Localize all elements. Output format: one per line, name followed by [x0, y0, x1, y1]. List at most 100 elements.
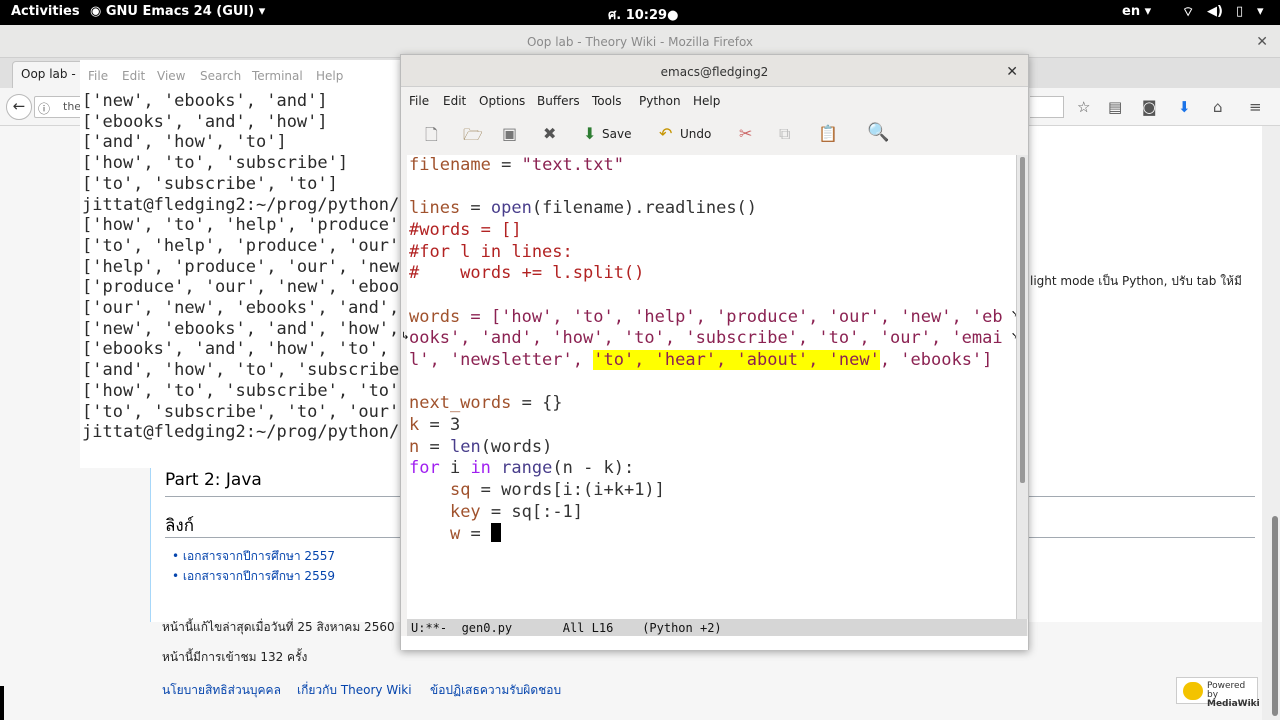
activities-button[interactable]: Activities [11, 4, 80, 19]
disk-icon[interactable]: ▣ [502, 124, 517, 143]
code-token: = [419, 436, 450, 457]
star-icon[interactable]: ☆ [1077, 98, 1090, 116]
wiki-link-label: เอกสารจากปีการศึกษา 2557 [182, 549, 335, 563]
footer-privacy-link[interactable]: นโยบายสิทธิส่วนบุคคล [162, 681, 281, 700]
arrow-left-icon: ← [12, 97, 26, 115]
emacs-menu-tools[interactable]: Tools [592, 94, 622, 108]
undo-button[interactable]: Undo [680, 127, 711, 141]
emacs-scrollbar[interactable] [1016, 155, 1028, 619]
code-token: range [501, 458, 553, 479]
emacs-menu-options[interactable]: Options [479, 94, 525, 108]
volume-icon[interactable]: ◀) [1207, 4, 1223, 19]
open-folder-icon[interactable]: 🗁 [463, 124, 483, 151]
code-keyword: in [470, 458, 491, 479]
terminal-line: ['and', 'how', 'to', 'subscribe [82, 360, 400, 381]
page-scrollbar[interactable] [1262, 126, 1280, 720]
firefox-tab[interactable]: Oop lab - [12, 61, 84, 88]
reading-list-icon[interactable]: ▤ [1108, 98, 1122, 116]
code-comment: #for l in lines: [409, 241, 573, 262]
search-icon[interactable]: 🔍 [867, 122, 889, 143]
code-token: = [460, 524, 491, 545]
close-icon[interactable]: ✕ [1256, 25, 1268, 59]
code-token: i [439, 458, 471, 479]
mediawiki-badge[interactable]: Powered by MediaWiki [1176, 677, 1260, 709]
code-token: key [449, 501, 481, 522]
mediawiki-badge-top: Powered by [1207, 681, 1246, 700]
heading-links: ลิงก์ [165, 516, 195, 536]
terminal-menubar: File Edit View Search Terminal Help [80, 60, 400, 90]
terminal-menu-terminal[interactable]: Terminal [252, 69, 303, 83]
emacs-minibuffer[interactable] [401, 636, 1028, 650]
chevron-down-icon[interactable]: ▾ [1257, 4, 1264, 19]
copy-icon[interactable]: ⧉ [779, 124, 790, 144]
terminal-menu-file[interactable]: File [88, 69, 108, 83]
home-icon[interactable]: ⌂ [1213, 98, 1223, 116]
clock[interactable]: ศ. 10:29● [608, 4, 678, 25]
emacs-scroll-thumb[interactable] [1020, 157, 1025, 483]
wiki-link-2559[interactable]: • เอกสารจากปีการศึกษา 2559 [172, 567, 335, 586]
code-token: ooks', 'and', 'how', 'to', 'subscribe', … [409, 328, 1003, 349]
code-comment: # words += l.split() [409, 263, 645, 284]
info-icon[interactable]: ⓘ [38, 100, 50, 117]
terminal-menu-view[interactable]: View [157, 69, 185, 83]
save-icon[interactable]: ⬇ [583, 124, 596, 143]
cut-icon[interactable]: ✂ [739, 124, 752, 143]
emacs-buffer[interactable]: filename = "text.txt" lines = open(filen… [401, 155, 1019, 619]
new-file-icon[interactable]: 🗋 [425, 124, 438, 151]
paste-icon[interactable]: 📋 [818, 124, 838, 143]
wifi-icon[interactable]: ⌔ [1182, 4, 1194, 20]
footer-disclaimer-link[interactable]: ข้อปฏิเสธความรับผิดชอบ [430, 681, 561, 700]
page-scroll-thumb[interactable] [1272, 516, 1278, 716]
emacs-menu-python[interactable]: Python [639, 94, 681, 108]
wiki-link-2557[interactable]: • เอกสารจากปีการศึกษา 2557 [172, 547, 335, 566]
battery-icon[interactable]: ▯ [1236, 4, 1243, 19]
terminal-line: ['our', 'new', 'ebooks', 'and', [82, 298, 400, 319]
emacs-title: emacs@fledging2 [660, 65, 769, 79]
terminal-line: ['produce', 'our', 'new', 'eboo [82, 277, 400, 298]
terminal-line: ['to', 'subscribe', 'to'] [82, 173, 338, 194]
terminal-menu-help[interactable]: Help [316, 69, 343, 83]
terminal-line: ['ebooks', 'and', 'how'] [82, 111, 328, 132]
pocket-icon[interactable]: ◙ [1142, 98, 1157, 116]
terminal-line: ['how', 'to', 'subscribe'] [82, 153, 349, 174]
code-token: = words[i:(i+k+1)] [470, 479, 665, 500]
last-edit-note: หน้านี้แก้ไขล่าสุดเมื่อวันที่ 25 สิงหาคม… [162, 620, 395, 634]
code-token: (filename).readlines() [531, 198, 758, 219]
language-indicator[interactable]: en ▾ [1122, 4, 1151, 19]
emacs-menu-help[interactable]: Help [693, 94, 720, 108]
back-button[interactable]: ← [6, 94, 32, 120]
terminal-line: ['new', 'ebooks', 'and'] [82, 91, 328, 111]
url-text: the [63, 100, 82, 113]
code-token: l', 'newsletter', [409, 349, 594, 370]
mediawiki-badge-label: MediaWiki [1207, 699, 1260, 709]
emacs-menu-buffers[interactable]: Buffers [537, 94, 580, 108]
highlighted-region: 'to', 'hear', 'about', 'new' [593, 349, 880, 370]
close-buffer-icon[interactable]: ✖ [543, 124, 556, 143]
save-button[interactable]: Save [602, 127, 631, 141]
emacs-menu-file[interactable]: File [409, 94, 429, 108]
terminal-line: ['and', 'how', 'to'] [82, 132, 287, 153]
menu-icon[interactable]: ≡ [1249, 98, 1262, 116]
terminal-window[interactable]: File Edit View Search Terminal Help ['ne… [80, 60, 400, 468]
close-icon[interactable]: ✕ [1006, 55, 1018, 89]
terminal-line: ['how', 'to', 'subscribe', 'to' [82, 380, 400, 401]
wiki-paragraph-fragment: light mode เป็น Python, ปรับ tab ให้มี [1030, 274, 1242, 288]
search-box[interactable] [1030, 96, 1064, 118]
code-area[interactable]: filename = "text.txt" lines = open(filen… [409, 155, 1003, 546]
terminal-line: jittat@fledging2:~/prog/python/ [82, 194, 400, 215]
app-menu[interactable]: ◉ GNU Emacs 24 (GUI) ▾ [90, 4, 265, 19]
terminal-menu-search[interactable]: Search [200, 69, 241, 83]
code-token: = ['how', 'to', 'help', 'produce', 'our'… [460, 306, 1003, 327]
terminal-menu-edit[interactable]: Edit [122, 69, 145, 83]
chevron-down-icon: ▾ [258, 4, 266, 19]
emacs-menu-edit[interactable]: Edit [443, 94, 466, 108]
footer-about-link[interactable]: เกี่ยวกับ Theory Wiki [297, 681, 412, 700]
download-icon[interactable]: ⬇ [1178, 98, 1191, 116]
undo-icon[interactable]: ↶ [659, 124, 672, 143]
terminal-line: jittat@fledging2:~/prog/python/ [82, 422, 400, 443]
top-bar: Activities ◉ GNU Emacs 24 (GUI) ▾ ศ. 10:… [0, 0, 1280, 25]
code-token: next_words [409, 393, 512, 414]
code-token: filename [409, 155, 491, 175]
terminal-line: ['to', 'help', 'produce', 'our' [82, 235, 400, 256]
